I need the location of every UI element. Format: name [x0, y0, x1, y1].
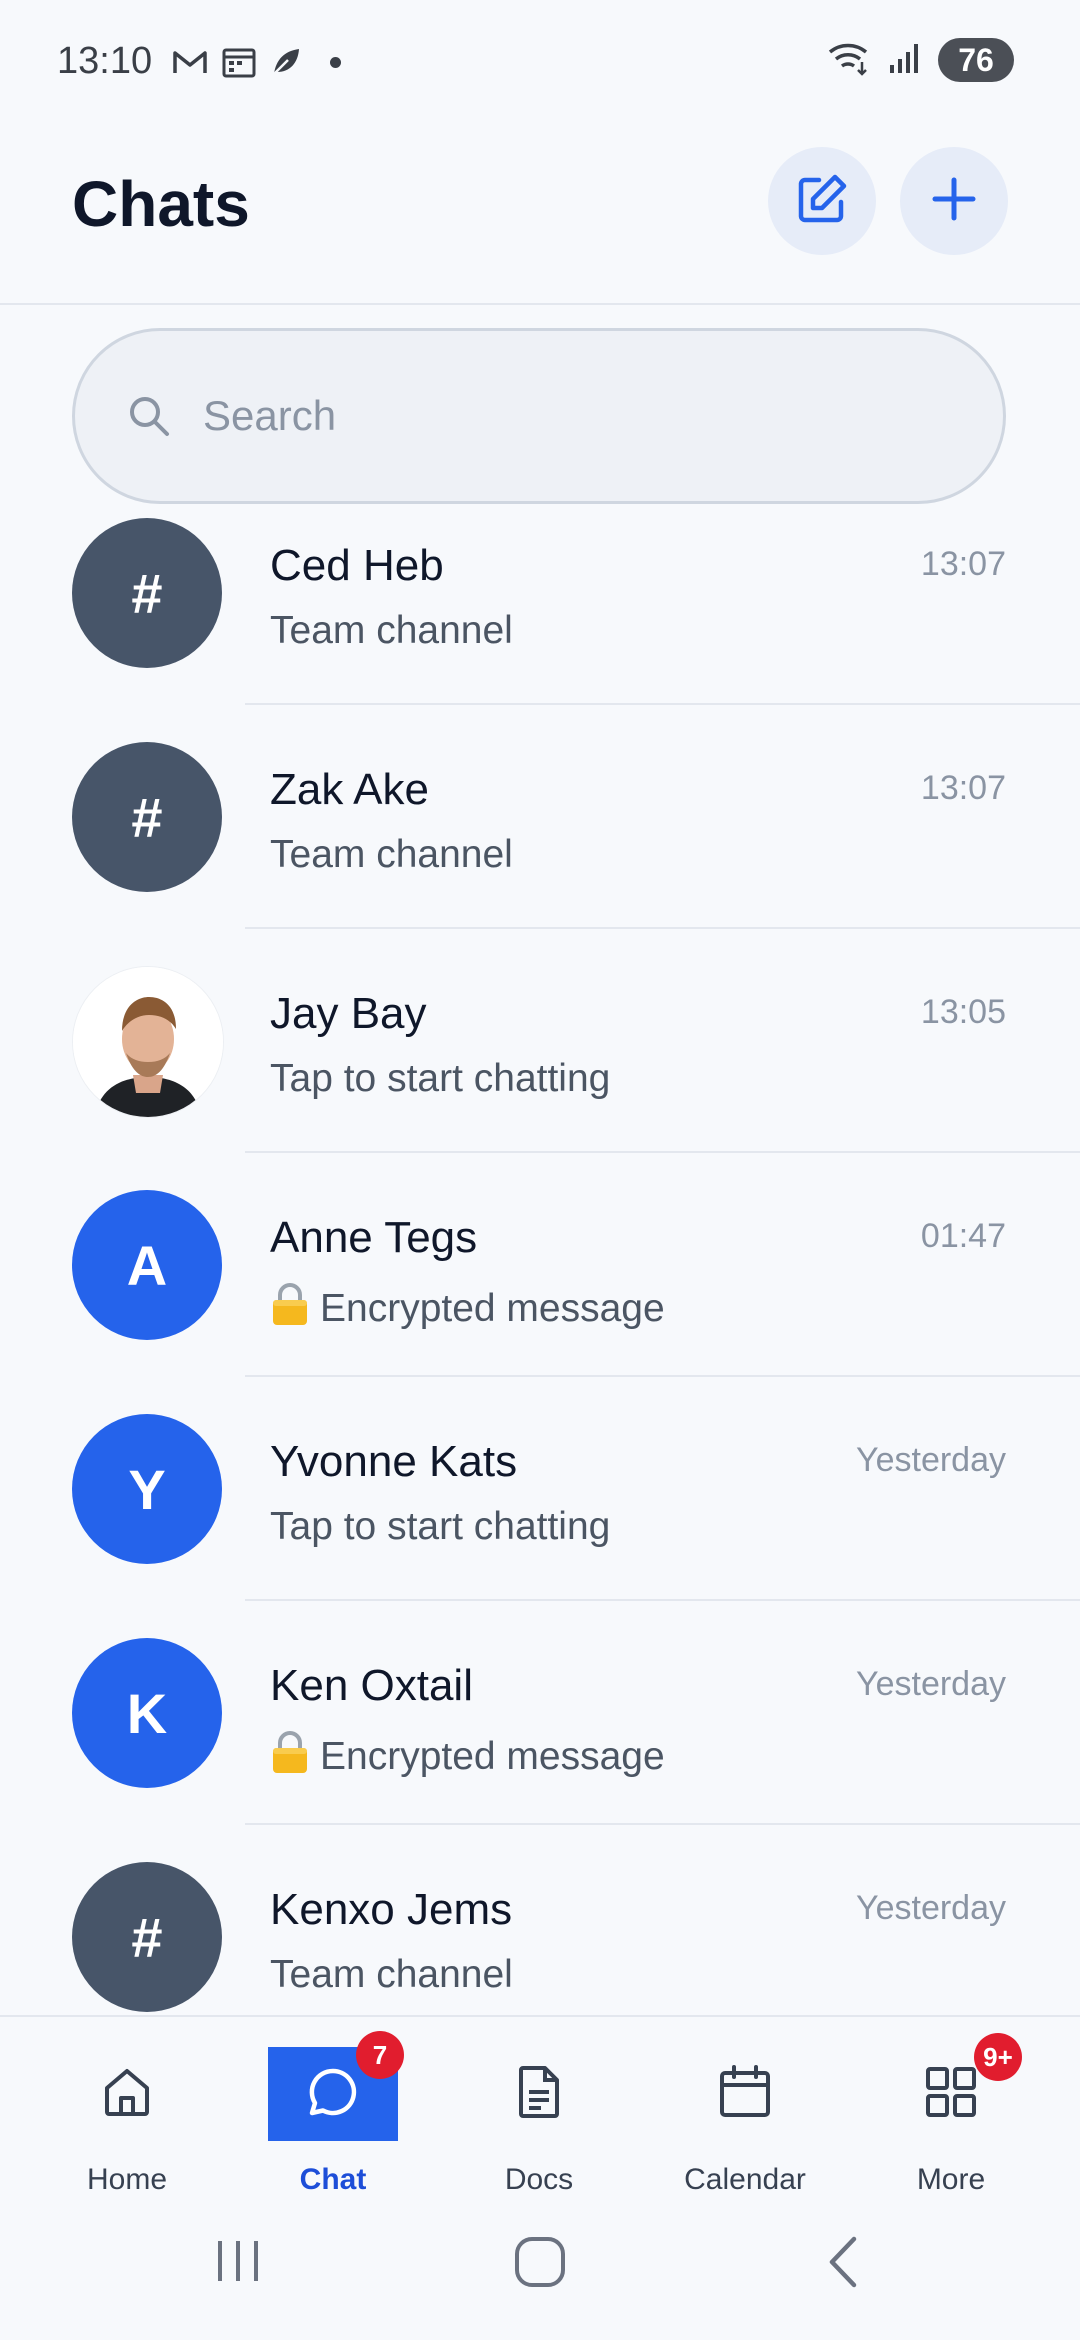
- document-icon: [511, 2064, 567, 2125]
- initial-avatar: K: [72, 1638, 222, 1788]
- status-notification-icons: [172, 46, 341, 78]
- avatar-text: #: [131, 1905, 163, 1969]
- chat-preview: Team channel: [270, 609, 513, 653]
- avatar-text: #: [131, 561, 163, 625]
- chat-name: Ced Heb: [270, 541, 444, 590]
- chat-name: Ken Oxtail: [270, 1661, 473, 1710]
- nav-docs-label: Docs: [504, 2163, 574, 2196]
- compose-button[interactable]: [768, 147, 876, 255]
- chat-list-item[interactable]: Y Yvonne Kats Tap to start chatting Yesterd…: [0, 1377, 1080, 1601]
- chat-list-item[interactable]: K Ken Oxtail Encrypted message Yesterday: [0, 1601, 1080, 1825]
- nav-more[interactable]: 9+ More: [848, 2017, 1054, 2197]
- chat-timestamp: 13:07: [920, 545, 1006, 583]
- recent-apps-button[interactable]: [212, 2235, 264, 2287]
- grid-icon: [923, 2064, 979, 2125]
- chat-timestamp: Yesterday: [856, 1889, 1006, 1927]
- chat-name: Anne Tegs: [270, 1213, 478, 1262]
- chat-list-item[interactable]: # Zak Ake Team channel 13:07: [0, 705, 1080, 929]
- chat-preview: Tap to start chatting: [270, 1505, 610, 1549]
- chat-preview: Team channel: [270, 833, 513, 877]
- nav-calendar-label: Calendar: [684, 2163, 806, 2196]
- chat-preview-text: Tap to start chatting: [270, 1057, 611, 1100]
- calendar-icon: [222, 46, 256, 78]
- chat-list-item[interactable]: Jay Bay Tap to start chatting 13:05: [0, 929, 1080, 1153]
- lock-icon: [270, 1281, 310, 1337]
- chat-timestamp: 13:07: [920, 769, 1006, 807]
- chat-name: Zak Ake: [270, 765, 429, 814]
- chat-preview: Encrypted message: [270, 1729, 665, 1785]
- chat-name: Yvonne Kats: [270, 1437, 518, 1486]
- chat-preview-text: Team channel: [270, 609, 513, 652]
- nav-chat[interactable]: 7 Chat: [230, 2017, 436, 2197]
- search-bar[interactable]: [72, 328, 1006, 504]
- chat-list-item[interactable]: # Kenxo Jems Team channel Yesterday: [0, 1825, 1080, 2015]
- status-time: 13:10: [57, 40, 153, 82]
- chat-preview: Team channel: [270, 1953, 513, 1997]
- home-icon: [99, 2064, 155, 2125]
- avatar-text: #: [131, 785, 163, 849]
- avatar-photo: [72, 966, 224, 1118]
- nav-more-label: More: [916, 2163, 986, 2196]
- chat-name: Jay Bay: [270, 989, 427, 1038]
- channel-avatar: #: [72, 742, 222, 892]
- more-badge: 9+: [974, 2033, 1022, 2081]
- avatar-text: A: [126, 1233, 168, 1297]
- nav-calendar[interactable]: Calendar: [642, 2017, 848, 2197]
- calendar-icon: [717, 2064, 773, 2125]
- nav-docs[interactable]: Docs: [436, 2017, 642, 2197]
- system-navigation-bar: [0, 2195, 1080, 2340]
- lock-icon: [270, 1729, 310, 1785]
- signal-icon: [888, 41, 922, 80]
- chat-preview-text: Tap to start chatting: [270, 1505, 611, 1548]
- chat-preview: Encrypted message: [270, 1281, 665, 1337]
- chat-name: Kenxo Jems: [270, 1885, 513, 1934]
- status-system-icons: 76: [826, 38, 1014, 82]
- leaf-icon: [270, 46, 302, 78]
- home-button[interactable]: [513, 2235, 567, 2289]
- page-title: Chats: [72, 168, 250, 240]
- chat-preview-text: Encrypted message: [320, 1287, 665, 1330]
- chat-timestamp: Yesterday: [856, 1665, 1006, 1703]
- avatar-text: Y: [128, 1457, 166, 1521]
- plus-icon: [929, 174, 979, 229]
- status-bar: 13:10 76: [0, 0, 1080, 125]
- nav-home[interactable]: Home: [24, 2017, 230, 2197]
- search-input[interactable]: [201, 391, 905, 441]
- chat-list-item[interactable]: # Ced Heb Team channel 13:07: [0, 505, 1080, 705]
- nav-home-label: Home: [86, 2163, 168, 2196]
- channel-avatar: #: [72, 518, 222, 668]
- nav-home-icon-wrap: [62, 2047, 192, 2141]
- chat-preview-text: Team channel: [270, 1953, 513, 1996]
- chat-preview-text: Encrypted message: [320, 1735, 665, 1778]
- initial-avatar: Y: [72, 1414, 222, 1564]
- gmail-icon: [172, 48, 208, 76]
- chat-timestamp: 01:47: [920, 1217, 1006, 1255]
- chat-preview-text: Team channel: [270, 833, 513, 876]
- status-dot: [330, 56, 341, 68]
- battery-indicator: 76: [938, 38, 1014, 82]
- chat-unread-badge: 7: [356, 2031, 404, 2079]
- nav-calendar-icon-wrap: [680, 2047, 810, 2141]
- search-icon: [127, 394, 171, 438]
- chat-bubble-icon: [305, 2064, 361, 2125]
- nav-chat-label: Chat: [299, 2163, 367, 2196]
- chat-list: # Ced Heb Team channel 13:07 # Zak Ake Team ch…: [0, 505, 1080, 2015]
- chat-list-item[interactable]: A Anne Tegs Encrypted message 01:47: [0, 1153, 1080, 1377]
- chat-timestamp: 13:05: [920, 993, 1006, 1031]
- chat-preview: Tap to start chatting: [270, 1057, 610, 1101]
- chat-timestamp: Yesterday: [856, 1441, 1006, 1479]
- bottom-navigation: Home 7 Chat Docs Calendar 9+ More: [0, 2015, 1080, 2197]
- wifi-icon: [826, 40, 872, 81]
- back-button[interactable]: [822, 2235, 866, 2289]
- channel-avatar: #: [72, 1862, 222, 2012]
- edit-icon: [795, 172, 849, 231]
- initial-avatar: A: [72, 1190, 222, 1340]
- new-chat-button[interactable]: [900, 147, 1008, 255]
- nav-docs-icon-wrap: [474, 2047, 604, 2141]
- app-header: Chats: [0, 125, 1080, 305]
- avatar-text: K: [126, 1681, 168, 1745]
